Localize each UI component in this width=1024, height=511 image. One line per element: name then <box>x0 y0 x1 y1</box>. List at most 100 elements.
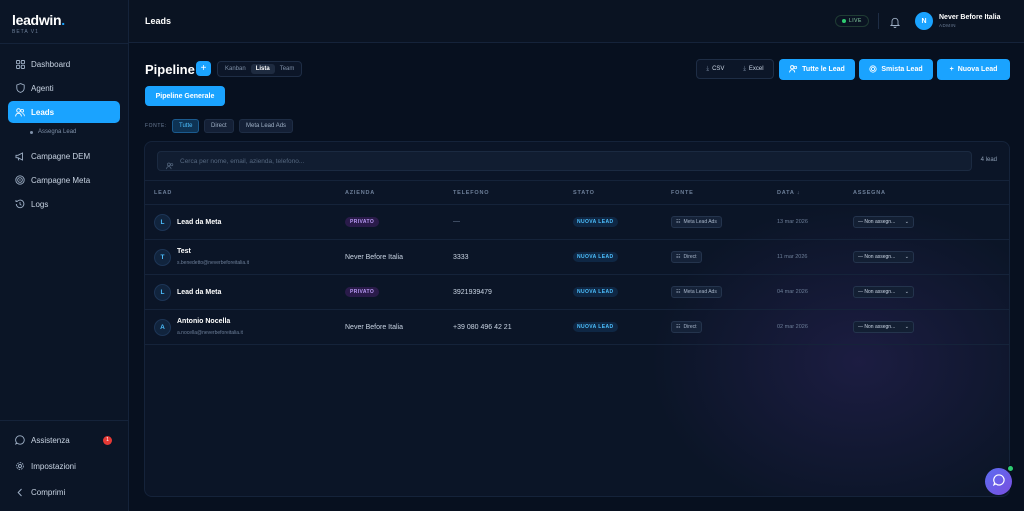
chat-icon <box>15 435 25 445</box>
sidebar-item-label: Leads <box>31 107 55 117</box>
sidebar-item-label: Assistenza <box>31 435 70 445</box>
search-bar[interactable] <box>157 151 972 171</box>
table-row[interactable]: T Test s.benedetto@neverbeforeitalia.it … <box>145 240 1009 275</box>
online-status-dot <box>1007 465 1014 472</box>
topbar: Leads LIVE N Never Before Italia ADMIN <box>129 0 1024 43</box>
sidebar-item-campagne-meta[interactable]: Campagne Meta <box>8 169 120 191</box>
user-avatar[interactable]: N <box>915 12 933 30</box>
assign-select[interactable]: — Non assegn... ⌄ <box>853 251 914 263</box>
users-icon <box>15 107 25 117</box>
lead-phone: 3921939479 <box>453 289 492 296</box>
brand-subtitle: BETA V1 <box>12 29 39 35</box>
column-header-stato[interactable]: STATO <box>573 190 595 196</box>
source-label: Meta Lead Ads <box>683 289 717 295</box>
source-badge: ☷ Meta Lead Ads <box>671 216 722 228</box>
lead-name[interactable]: Test <box>177 248 191 255</box>
sidebar-item-leads[interactable]: Leads <box>8 101 120 123</box>
table-row[interactable]: L Lead da Meta PRIVATO 3921939479 NUOVA … <box>145 275 1009 310</box>
lead-avatar: A <box>154 319 171 336</box>
chevron-down-icon: ⌄ <box>904 289 909 295</box>
sidebar-item-label: Campagne Meta <box>31 175 91 185</box>
chevron-down-icon: ⌄ <box>904 254 909 260</box>
sort-leads-button[interactable]: Smista Lead <box>859 59 933 80</box>
chat-support-button[interactable] <box>985 468 1012 495</box>
filter-chip-direct[interactable]: Direct <box>204 119 234 133</box>
sitemap-icon: ☷ <box>676 324 681 330</box>
sidebar-item-logs[interactable]: Logs <box>8 193 120 215</box>
assign-select[interactable]: — Non assegn... ⌄ <box>853 286 914 298</box>
source-filter-label: FONTE: <box>145 123 167 129</box>
table-row[interactable]: A Antonio Nocella a.nocella@neverbeforei… <box>145 310 1009 345</box>
sidebar-item-impostazioni[interactable]: Impostazioni <box>8 455 120 477</box>
bell-icon[interactable] <box>889 15 901 29</box>
pipeline-generale-button[interactable]: Pipeline Generale <box>145 86 225 106</box>
sidebar-item-comprimi[interactable]: Comprimi <box>8 481 120 503</box>
search-input[interactable] <box>180 157 880 165</box>
history-icon <box>15 199 25 209</box>
users-search-icon <box>166 157 174 170</box>
lead-name[interactable]: Antonio Nocella <box>177 318 230 325</box>
tab-team[interactable]: Team <box>275 64 300 74</box>
sidebar-item-campagne-dem[interactable]: Campagne DEM <box>8 145 120 167</box>
source-badge: ☷ Direct <box>671 321 702 333</box>
lead-name[interactable]: Lead da Meta <box>177 289 221 296</box>
live-indicator: LIVE <box>835 15 869 27</box>
new-lead-button[interactable]: + Nuova Lead <box>937 59 1010 80</box>
download-icon: ⤓ <box>743 65 746 72</box>
chevron-down-icon: ⌄ <box>904 324 909 330</box>
tab-lista[interactable]: Lista <box>250 64 275 74</box>
sidebar-subitem-label: Assegna Lead <box>38 129 77 135</box>
lead-avatar: L <box>154 214 171 231</box>
column-header-assegna[interactable]: ASSEGNA <box>853 190 886 196</box>
gear-icon <box>15 461 25 471</box>
bullet-icon <box>30 130 33 134</box>
export-excel-button[interactable]: ⤓ Excel <box>743 66 763 73</box>
filter-chip-meta-lead-ads[interactable]: Meta Lead Ads <box>239 119 294 133</box>
sidebar-item-label: Comprimi <box>31 487 66 497</box>
column-header-data[interactable]: DATA ↓ <box>777 190 800 196</box>
status-badge: NUOVA LEAD <box>573 287 618 297</box>
assign-select[interactable]: — Non assegn... ⌄ <box>853 321 914 333</box>
column-header-lead[interactable]: LEAD <box>154 190 172 196</box>
chevron-down-icon: ⌄ <box>904 219 909 225</box>
lead-company: Never Before Italia <box>345 324 403 331</box>
sidebar-item-dashboard[interactable]: Dashboard <box>8 53 120 75</box>
source-badge: ☷ Meta Lead Ads <box>671 286 722 298</box>
assign-select[interactable]: — Non assegn... ⌄ <box>853 216 914 228</box>
table-row[interactable]: L Lead da Meta PRIVATO — NUOVA LEAD ☷ Met… <box>145 205 1009 240</box>
sidebar-subitem-assegna-lead[interactable]: Assegna Lead <box>30 129 76 135</box>
sidebar-item-agenti[interactable]: Agenti <box>8 77 120 99</box>
assign-value: — Non assegn... <box>858 219 896 225</box>
all-leads-button[interactable]: Tutte le Lead <box>779 59 855 80</box>
export-group: ⤓ CSV ⤓ Excel <box>696 59 774 79</box>
lead-email: a.nocella@neverbeforeitalia.it <box>177 330 243 336</box>
megaphone-icon <box>15 151 25 161</box>
tab-kanban[interactable]: Kanban <box>220 64 251 74</box>
sidebar-item-label: Impostazioni <box>31 461 76 471</box>
lead-count: 4 lead <box>980 157 997 163</box>
sitemap-icon: ☷ <box>676 254 681 260</box>
company-badge: PRIVATO <box>345 287 380 297</box>
all-leads-label: Tutte le Lead <box>802 66 845 73</box>
shield-icon <box>15 83 25 93</box>
sidebar-item-label: Agenti <box>31 83 54 93</box>
column-header-telefono[interactable]: TELEFONO <box>453 190 489 196</box>
topbar-divider <box>878 13 879 29</box>
lead-name[interactable]: Lead da Meta <box>177 219 221 226</box>
export-csv-button[interactable]: ⤓ CSV <box>706 66 724 73</box>
user-role: ADMIN <box>939 23 956 28</box>
user-name[interactable]: Never Before Italia <box>939 14 1000 21</box>
sitemap-icon: ☷ <box>676 289 681 295</box>
export-csv-label: CSV <box>712 66 725 72</box>
lead-avatar: T <box>154 249 171 266</box>
lead-email: s.benedetto@neverbeforeitalia.it <box>177 260 250 266</box>
sidebar-item-assistenza[interactable]: Assistenza 1 <box>8 429 120 451</box>
add-pipeline-button[interactable]: + <box>196 61 211 76</box>
filter-chip-tutte[interactable]: Tutte <box>172 119 200 133</box>
sidebar: leadwin. BETA V1 Dashboard Agenti Leads … <box>0 0 129 511</box>
column-header-fonte[interactable]: FONTE <box>671 190 694 196</box>
lead-date: 13 mar 2026 <box>777 219 808 225</box>
brand-logo[interactable]: leadwin. BETA V1 <box>12 12 65 35</box>
column-header-azienda[interactable]: AZIENDA <box>345 190 375 196</box>
lead-date: 11 mar 2026 <box>777 254 808 260</box>
